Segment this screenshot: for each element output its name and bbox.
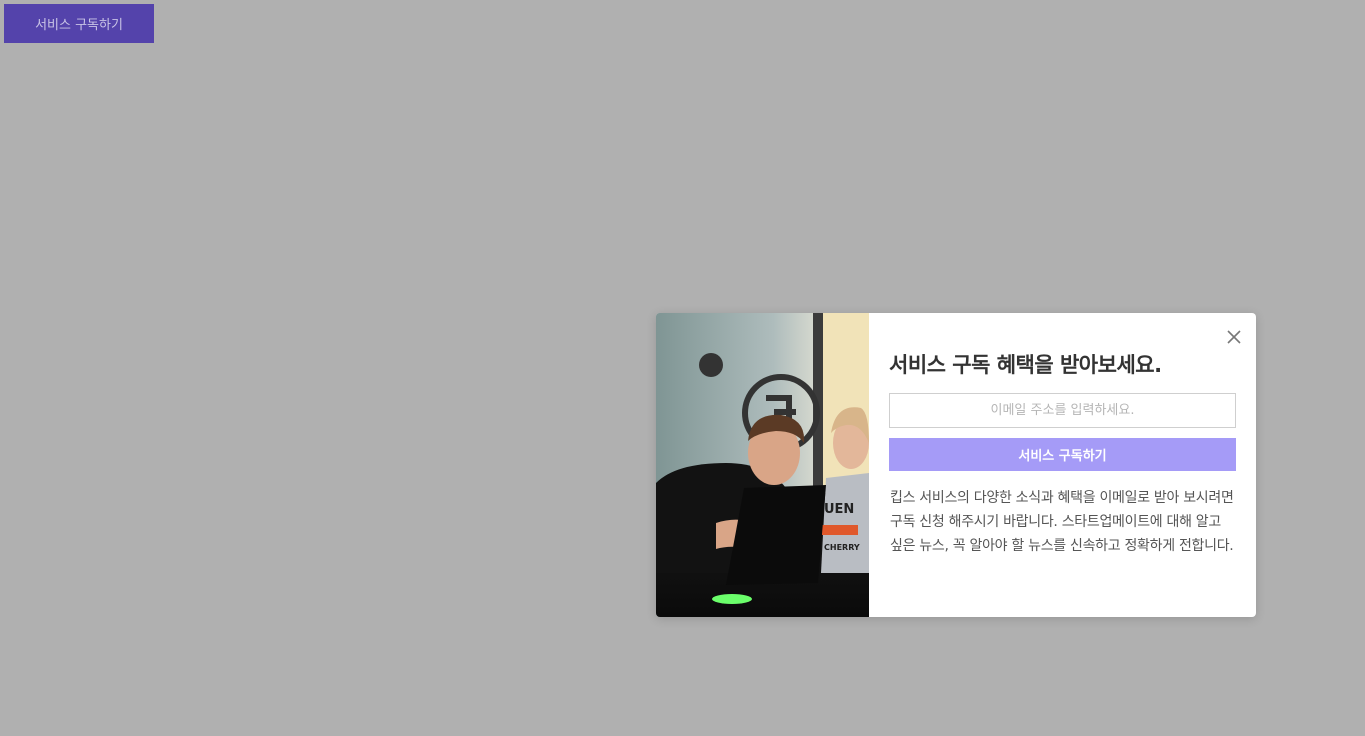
- svg-text:CHERRY: CHERRY: [824, 543, 860, 552]
- photo-illustration: UEN CHERRY: [656, 313, 869, 617]
- modal-title: 서비스 구독 혜택을 받아보세요.: [889, 353, 1162, 377]
- subscribe-button[interactable]: 서비스 구독하기: [889, 438, 1236, 471]
- modal-content: 서비스 구독 혜택을 받아보세요. 서비스 구독하기 킵스 서비스의 다양한 소…: [869, 313, 1256, 617]
- svg-text:UEN: UEN: [824, 502, 854, 517]
- modal-photo: UEN CHERRY: [656, 313, 869, 617]
- subscription-modal: UEN CHERRY 서비스 구독 혜택을 받아보세요. 서비스 구독하기 킵스…: [656, 313, 1256, 617]
- subscription-description: 킵스 서비스의 다양한 소식과 혜택을 이메일로 받아 보시려면 구독 신청 해…: [890, 490, 1234, 554]
- subscribe-service-button[interactable]: 서비스 구독하기: [4, 4, 154, 43]
- email-input[interactable]: [889, 393, 1236, 428]
- close-icon[interactable]: [1226, 329, 1242, 345]
